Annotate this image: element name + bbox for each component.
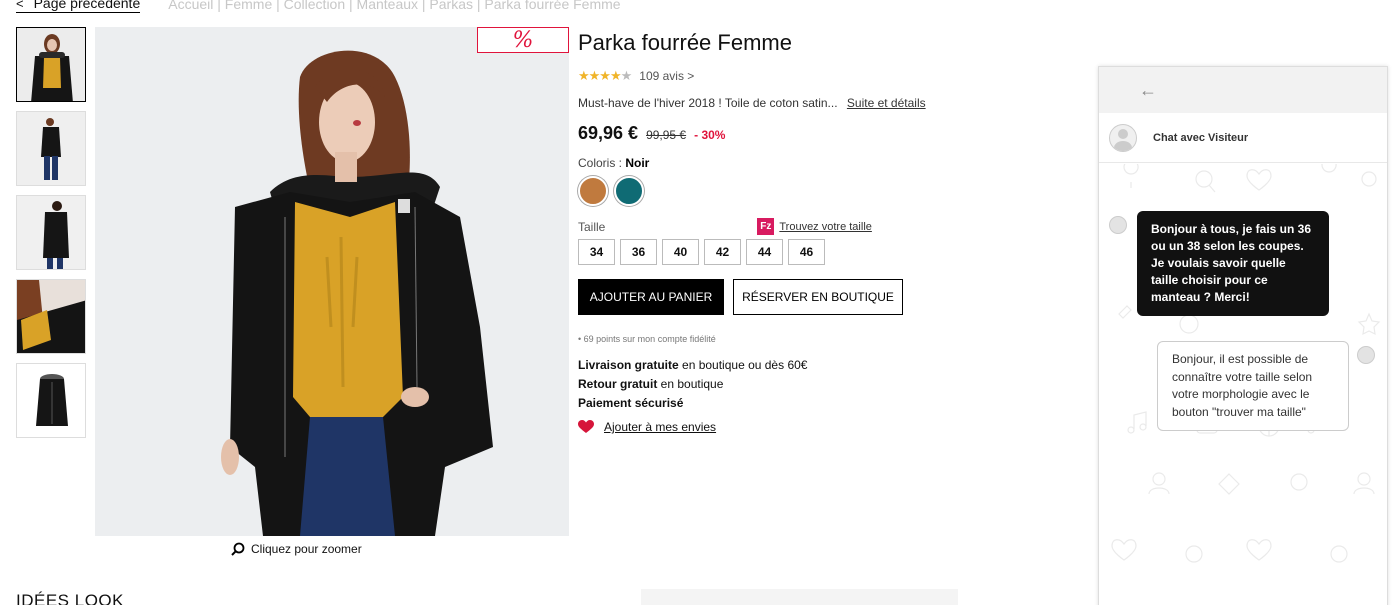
section-title: IDÉES LOOK <box>16 591 124 605</box>
product-main-image[interactable] <box>95 27 569 536</box>
zoom-label: Cliquez pour zoomer <box>251 542 362 556</box>
short-description: Must-have de l'hiver 2018 ! Toile de cot… <box>578 96 938 110</box>
thumbnail-5[interactable] <box>16 363 86 438</box>
chevron-left-icon: < <box>16 0 24 11</box>
back-link[interactable]: < Page précédente <box>16 0 141 13</box>
chat-title: Chat avec Visiteur <box>1153 131 1249 144</box>
find-size-text: Trouvez votre taille <box>779 220 872 233</box>
bottom-panel <box>641 589 958 605</box>
discount-badge: % <box>477 27 569 53</box>
find-size-link[interactable]: Fz Trouvez votre taille <box>757 218 872 235</box>
colors-label: Coloris : Noir <box>578 156 938 170</box>
fitle-logo-icon: Fz <box>757 218 775 235</box>
add-to-cart-button[interactable]: AJOUTER AU PANIER <box>578 279 724 315</box>
size-option[interactable]: 34 <box>578 239 615 265</box>
star-rating-icon: ★★★★★ <box>578 68 632 83</box>
avatar <box>1109 123 1137 152</box>
thumbnail-1[interactable] <box>16 27 86 102</box>
zoom-hint[interactable]: Cliquez pour zoomer <box>231 542 362 556</box>
thumbnail-list <box>16 27 87 447</box>
description-text: Must-have de l'hiver 2018 ! Toile de cot… <box>578 96 838 110</box>
chat-message-visitor: Bonjour à tous, je fais un 36 ou un 38 s… <box>1137 211 1329 316</box>
size-header: Taille Fz Trouvez votre taille <box>578 218 938 235</box>
details-link[interactable]: Suite et détails <box>847 96 926 110</box>
reviews-link[interactable]: 109 avis > <box>639 69 694 83</box>
size-option[interactable]: 36 <box>620 239 657 265</box>
size-option[interactable]: 46 <box>788 239 825 265</box>
product-info: Parka fourrée Femme ★★★★★ 109 avis > Mus… <box>578 30 938 434</box>
back-label: Page précédente <box>33 0 141 11</box>
wishlist-link[interactable]: Ajouter à mes envies <box>578 420 938 434</box>
delivery-info: Livraison gratuite en boutique ou dès 60… <box>578 356 938 413</box>
thumbnail-2[interactable] <box>16 111 86 186</box>
rating-row[interactable]: ★★★★★ 109 avis > <box>578 68 938 84</box>
discount-percent: - 30% <box>694 128 726 142</box>
thumbnail-3[interactable] <box>16 195 86 270</box>
loyalty-points: • 69 points sur mon compte fidélité <box>578 334 716 344</box>
size-option[interactable]: 40 <box>662 239 699 265</box>
size-label: Taille <box>578 219 606 234</box>
wishlist-text: Ajouter à mes envies <box>604 420 717 434</box>
arrow-left-icon[interactable]: ← <box>1139 80 1157 101</box>
price-row: 69,96 € 99,95 € - 30% <box>578 123 938 144</box>
swatch-camel[interactable] <box>578 176 608 206</box>
visitor-avatar <box>1109 216 1127 234</box>
reserve-in-store-button[interactable]: RÉSERVER EN BOUTIQUE <box>733 279 903 315</box>
color-swatches <box>578 176 938 206</box>
thumbnail-4[interactable] <box>16 279 86 354</box>
heart-icon <box>578 420 594 433</box>
cta-row: AJOUTER AU PANIER RÉSERVER EN BOUTIQUE <box>578 279 938 315</box>
payment-info: Paiement sécurisé <box>578 396 684 410</box>
old-price: 99,95 € <box>646 128 687 142</box>
current-price: 69,96 € <box>578 123 639 143</box>
chat-message-agent: Bonjour, il est possible de connaître vo… <box>1157 341 1349 431</box>
agent-avatar <box>1357 346 1375 364</box>
swatch-teal[interactable] <box>614 176 644 206</box>
breadcrumb[interactable]: Accueil | Femme | Collection | Manteaux … <box>168 0 620 12</box>
return-bold: Retour gratuit <box>578 377 658 391</box>
colors-label-text: Coloris : <box>578 156 626 170</box>
size-option[interactable]: 42 <box>704 239 741 265</box>
magnifier-icon <box>231 542 245 556</box>
top-nav: < Page précédente Accueil | Femme | Coll… <box>16 0 621 14</box>
chat-header: Chat avec Visiteur <box>1099 113 1387 163</box>
product-title: Parka fourrée Femme <box>578 30 792 55</box>
chat-topbar: ← <box>1099 67 1387 113</box>
selected-color: Noir <box>625 156 650 170</box>
chat-messages: Bonjour à tous, je fais un 36 ou un 38 s… <box>1099 164 1387 605</box>
return-rest: en boutique <box>657 377 724 391</box>
size-selector: 34 36 40 42 44 46 <box>578 239 938 265</box>
chat-widget: ← Chat avec Visiteur Bonjour à tous, je … <box>1098 66 1388 605</box>
delivery-bold: Livraison gratuite <box>578 358 679 372</box>
delivery-rest: en boutique ou dès 60€ <box>678 358 808 372</box>
size-option[interactable]: 44 <box>746 239 783 265</box>
